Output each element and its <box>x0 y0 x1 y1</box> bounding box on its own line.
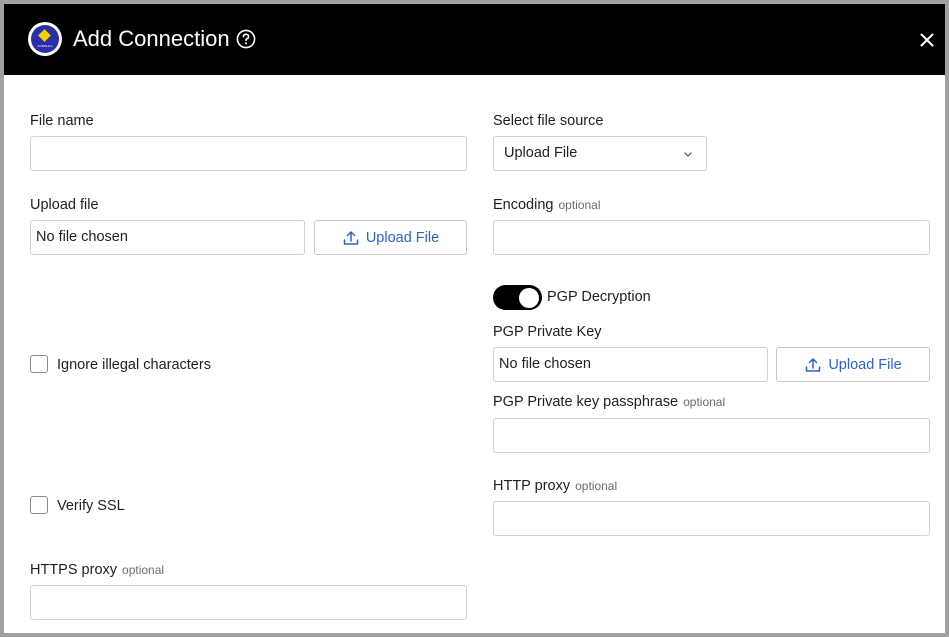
http-proxy-label: HTTP proxy optional <box>493 478 618 494</box>
ignore-illegal-checkbox[interactable] <box>30 355 48 373</box>
help-icon[interactable] <box>236 29 256 49</box>
https-proxy-optional-tag: optional <box>122 563 165 577</box>
toggle-knob <box>519 287 539 308</box>
upload-file-label: Upload file <box>30 197 99 213</box>
encoding-optional-tag: optional <box>558 198 601 212</box>
app-logo: FORMULA <box>28 22 62 56</box>
file-name-label: File name <box>30 113 94 129</box>
pgp-upload-file-button[interactable]: Upload File <box>776 347 930 382</box>
encoding-label: Encoding optional <box>493 197 601 213</box>
file-source-selected: Upload File <box>504 145 578 161</box>
pgp-passphrase-input[interactable] <box>493 418 930 453</box>
upload-icon <box>343 230 359 245</box>
chevron-down-icon <box>684 152 692 157</box>
encoding-input[interactable] <box>493 220 930 255</box>
add-connection-dialog: FORMULA Add Connection File name Select … <box>4 4 945 633</box>
https-proxy-label: HTTPS proxy optional <box>30 562 165 578</box>
ignore-illegal-label: Ignore illegal characters <box>57 357 211 373</box>
file-name-input[interactable] <box>30 136 467 171</box>
upload-file-status: No file chosen <box>30 220 305 255</box>
upload-file-button-label: Upload File <box>365 229 440 246</box>
verify-ssl-checkbox[interactable] <box>30 496 48 514</box>
verify-ssl-label: Verify SSL <box>57 498 125 514</box>
pgp-decryption-label: PGP Decryption <box>547 289 651 305</box>
pgp-private-key-status: No file chosen <box>493 347 768 382</box>
pgp-private-key-label: PGP Private Key <box>493 324 602 340</box>
pgp-upload-file-button-label: Upload File <box>828 356 902 373</box>
file-source-select[interactable]: Upload File <box>493 136 707 171</box>
pgp-passphrase-optional-tag: optional <box>683 395 726 409</box>
file-source-label: Select file source <box>493 113 604 129</box>
upload-file-button[interactable]: Upload File <box>314 220 467 255</box>
close-icon[interactable] <box>918 31 936 49</box>
http-proxy-optional-tag: optional <box>575 479 618 493</box>
dialog-title: Add Connection <box>73 26 230 51</box>
pgp-passphrase-label: PGP Private key passphrase optional <box>493 394 726 410</box>
upload-icon <box>806 357 821 372</box>
pgp-decryption-toggle[interactable] <box>493 285 542 310</box>
http-proxy-input[interactable] <box>493 501 930 536</box>
https-proxy-input[interactable] <box>30 585 467 620</box>
dialog-header: FORMULA Add Connection <box>4 4 945 75</box>
